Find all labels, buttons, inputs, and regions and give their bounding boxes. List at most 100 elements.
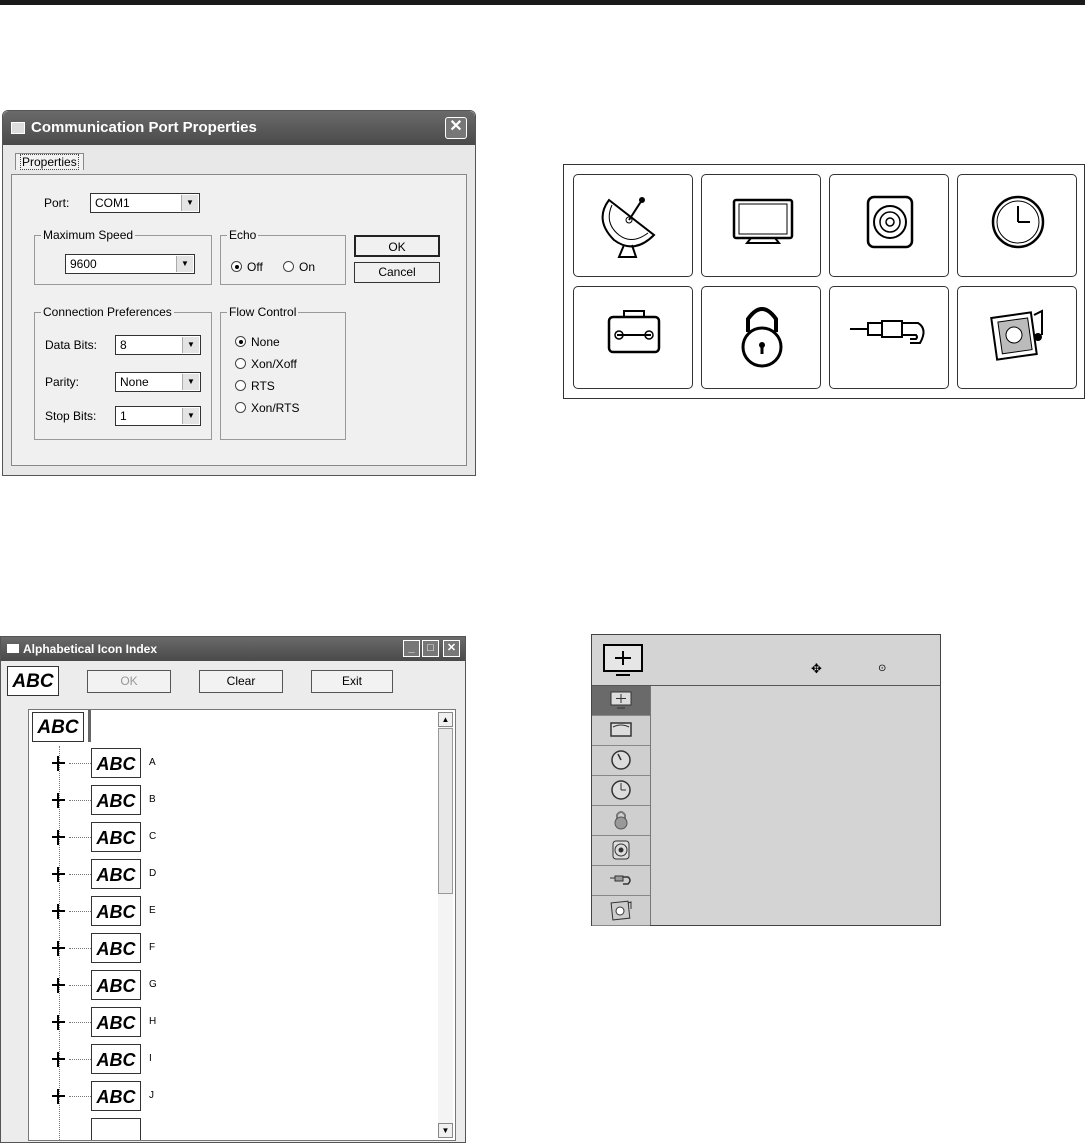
- osd-item-timer[interactable]: [592, 746, 650, 776]
- expand-plus-icon[interactable]: [50, 1014, 67, 1031]
- osd-item-media[interactable]: [592, 896, 650, 926]
- radio-selected-icon: [235, 336, 246, 347]
- radio-selected-icon: [231, 261, 242, 272]
- photo-music-icon[interactable]: [957, 286, 1077, 389]
- node-abc[interactable]: ABC: [91, 785, 141, 815]
- echo-off-radio[interactable]: Off: [231, 260, 263, 274]
- maximize-button[interactable]: □: [422, 640, 439, 657]
- stop-bits-label: Stop Bits:: [45, 409, 97, 423]
- clock-icon[interactable]: [957, 174, 1077, 277]
- node-abc[interactable]: ABC: [91, 822, 141, 852]
- expand-plus-icon[interactable]: [50, 829, 67, 846]
- port-select[interactable]: COM1 ▼: [90, 193, 200, 213]
- cancel-button[interactable]: Cancel: [354, 262, 440, 283]
- node-letter: A: [149, 757, 156, 768]
- node-abc[interactable]: ABC: [91, 1044, 141, 1074]
- tree-branch-line: [69, 985, 91, 986]
- dropdown-arrow-icon[interactable]: ▼: [176, 256, 193, 272]
- index-titlebar[interactable]: Alphabetical Icon Index _ □ ✕: [1, 637, 465, 661]
- minimize-button[interactable]: _: [403, 640, 420, 657]
- tree-node[interactable]: ABC E: [29, 896, 429, 926]
- close-button[interactable]: ✕: [443, 640, 460, 657]
- tree-node[interactable]: ABC D: [29, 859, 429, 889]
- tree-node[interactable]: ABC J: [29, 1081, 429, 1111]
- tree-branch-line: [69, 874, 91, 875]
- scroll-down-icon[interactable]: ▼: [438, 1123, 453, 1138]
- tree-node[interactable]: ABC A: [29, 748, 429, 778]
- exit-button[interactable]: Exit: [311, 670, 393, 693]
- close-button[interactable]: ✕: [445, 117, 467, 139]
- osd-item-lock[interactable]: [592, 806, 650, 836]
- tree-node-partial[interactable]: [29, 1118, 429, 1140]
- osd-item-input[interactable]: [592, 866, 650, 896]
- dropdown-arrow-icon[interactable]: ▼: [182, 337, 199, 353]
- node-abc[interactable]: ABC: [91, 970, 141, 1000]
- expand-plus-icon[interactable]: [50, 1051, 67, 1068]
- dialog-titlebar[interactable]: Communication Port Properties ✕: [3, 111, 475, 145]
- node-abc[interactable]: ABC: [91, 896, 141, 926]
- top-rule: [0, 0, 1085, 5]
- node-letter: G: [149, 979, 157, 990]
- vertical-scrollbar[interactable]: ▲ ▼: [438, 712, 453, 1138]
- toolbox-icon[interactable]: [573, 286, 693, 389]
- echo-on-radio[interactable]: On: [283, 260, 315, 274]
- node-abc[interactable]: ABC: [91, 859, 141, 889]
- tree-root[interactable]: ABC: [32, 712, 84, 742]
- expand-plus-icon[interactable]: [50, 977, 67, 994]
- osd-item-screen[interactable]: [592, 716, 650, 746]
- node-abc[interactable]: ABC: [91, 1081, 141, 1111]
- radio-label: On: [299, 260, 316, 274]
- node-abc[interactable]: ABC: [91, 933, 141, 963]
- padlock-icon[interactable]: [701, 286, 821, 389]
- icon-tree[interactable]: ABC ABC A ABC B ABC C ABC D ABC E ABC F ABC G ABC H ABC I…: [28, 709, 456, 1141]
- expand-plus-icon[interactable]: [50, 866, 67, 883]
- tree-node[interactable]: ABC I: [29, 1044, 429, 1074]
- flow-xonxoff-radio[interactable]: Xon/Xoff: [235, 357, 297, 371]
- tab-properties[interactable]: Properties: [15, 153, 84, 170]
- osd-menu: ✥ ⊙: [591, 634, 941, 926]
- flow-rts-radio[interactable]: RTS: [235, 379, 275, 393]
- av-cable-icon[interactable]: [829, 286, 949, 389]
- osd-item-audio[interactable]: [592, 836, 650, 866]
- stop-bits-value: 1: [120, 409, 127, 423]
- node-letter: C: [149, 831, 157, 842]
- speaker-icon[interactable]: [829, 174, 949, 277]
- speed-select[interactable]: 9600 ▼: [65, 254, 195, 274]
- ok-button[interactable]: OK: [87, 670, 171, 693]
- node-abc[interactable]: ABC: [91, 1007, 141, 1037]
- parity-select[interactable]: None ▼: [115, 372, 201, 392]
- node-letter: J: [149, 1090, 154, 1101]
- dropdown-arrow-icon[interactable]: ▼: [182, 408, 199, 424]
- stop-bits-select[interactable]: 1 ▼: [115, 406, 201, 426]
- group-title: Maximum Speed: [41, 228, 136, 242]
- tree-node[interactable]: ABC G: [29, 970, 429, 1000]
- tree-node[interactable]: ABC B: [29, 785, 429, 815]
- tree-node[interactable]: ABC F: [29, 933, 429, 963]
- expand-plus-icon[interactable]: [50, 940, 67, 957]
- expand-plus-icon[interactable]: [50, 755, 67, 772]
- osd-item-clock[interactable]: [592, 776, 650, 806]
- maximum-speed-group: Maximum Speed 9600 ▼: [34, 228, 212, 285]
- move-arrows-icon: ✥: [811, 661, 822, 676]
- node-abc[interactable]: ABC: [91, 748, 141, 778]
- scroll-up-icon[interactable]: ▲: [438, 712, 453, 727]
- osd-item-picture[interactable]: [592, 686, 650, 716]
- flow-xonrts-radio[interactable]: Xon/RTS: [235, 401, 299, 415]
- dropdown-arrow-icon[interactable]: ▼: [182, 374, 199, 390]
- satellite-dish-icon[interactable]: [573, 174, 693, 277]
- expand-plus-icon[interactable]: [50, 792, 67, 809]
- tree-branch-line: [69, 837, 91, 838]
- parity-label: Parity:: [45, 375, 80, 389]
- scroll-thumb[interactable]: [438, 728, 453, 894]
- radio-label: Xon/Xoff: [251, 357, 297, 371]
- dropdown-arrow-icon[interactable]: ▼: [181, 195, 198, 211]
- ok-button[interactable]: OK: [354, 235, 440, 257]
- tree-node[interactable]: ABC C: [29, 822, 429, 852]
- tree-node[interactable]: ABC H: [29, 1007, 429, 1037]
- tv-icon[interactable]: [701, 174, 821, 277]
- expand-plus-icon[interactable]: [50, 903, 67, 920]
- flow-none-radio[interactable]: None: [235, 335, 280, 349]
- expand-plus-icon[interactable]: [50, 1088, 67, 1105]
- data-bits-select[interactable]: 8 ▼: [115, 335, 201, 355]
- clear-button[interactable]: Clear: [199, 670, 283, 693]
